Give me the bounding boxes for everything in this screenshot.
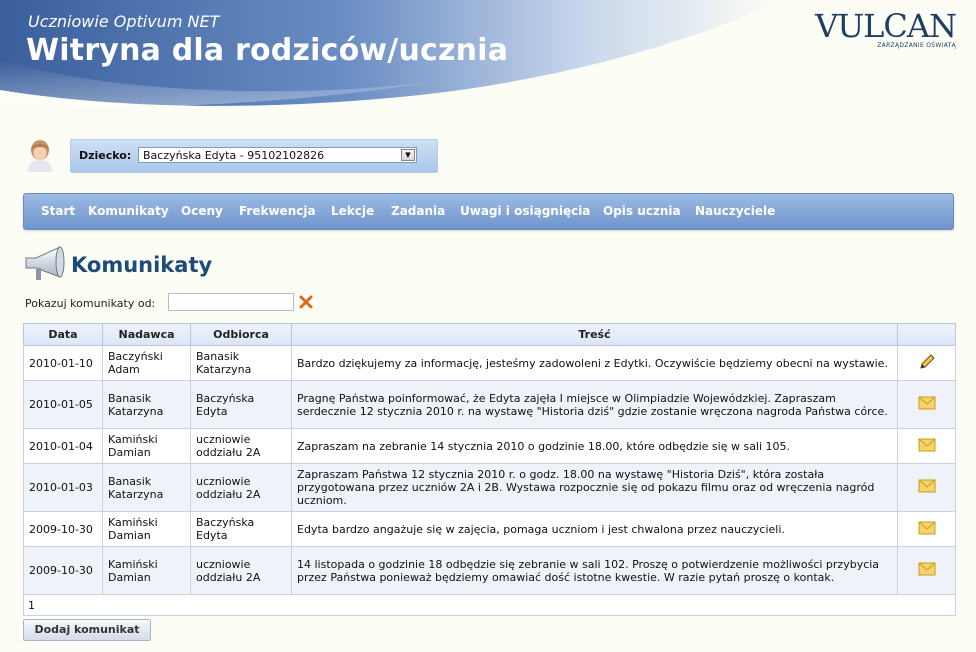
cell-recipient: Baczyńska Edyta — [190, 511, 292, 547]
table-row[interactable]: 2009-10-30 Kamiński Damian uczniowie odd… — [23, 546, 956, 595]
column-header-odbiorca[interactable]: Odbiorca — [190, 323, 292, 346]
messages-table: Data Nadawca Odbiorca Treść 2010-01-10 B… — [23, 323, 956, 616]
cell-action — [897, 380, 956, 429]
cell-date: 2009-10-30 — [23, 511, 103, 547]
cell-sender: Kamiński Damian — [102, 428, 191, 464]
envelope-icon[interactable] — [918, 521, 936, 535]
nav-frekwencja[interactable]: Frekwencja — [239, 204, 316, 218]
pencil-icon[interactable] — [917, 352, 937, 372]
cell-action — [897, 428, 956, 464]
cell-content: 14 listopada o godzinie 18 odbędzie się … — [291, 546, 898, 595]
cell-recipient: uczniowie oddziału 2A — [190, 428, 292, 464]
nav-uwagi[interactable]: Uwagi i osiągnięcia — [460, 204, 590, 218]
cell-content: Bardzo dziękujemy za informację, jesteśm… — [291, 345, 898, 381]
cell-content: Zapraszam Państwa 12 stycznia 2010 r. o … — [291, 463, 898, 512]
page-title: Komunikaty — [71, 253, 213, 277]
date-filter-input[interactable] — [168, 293, 294, 311]
child-label: Dziecko: — [79, 149, 132, 162]
cell-action — [897, 463, 956, 512]
logo-text: VULCAN — [815, 7, 957, 45]
cell-recipient: uczniowie oddziału 2A — [190, 463, 292, 512]
cell-sender: Banasik Katarzyna — [102, 380, 191, 429]
envelope-icon[interactable] — [918, 396, 936, 410]
nav-lekcje[interactable]: Lekcje — [331, 204, 374, 218]
cell-recipient: Baczyńska Edyta — [190, 380, 292, 429]
chevron-down-icon[interactable]: ▼ — [401, 149, 415, 161]
main-navigation: Start Komunikaty Oceny Frekwencja Lekcje… — [23, 193, 954, 230]
cell-recipient: Banasik Katarzyna — [190, 345, 292, 381]
nav-komunikaty[interactable]: Komunikaty — [88, 204, 169, 218]
cell-date: 2010-01-10 — [23, 345, 103, 381]
envelope-icon[interactable] — [918, 479, 936, 493]
child-select-value: Baczyńska Edyta - 95102102826 — [143, 149, 325, 162]
cell-sender: Kamiński Damian — [102, 511, 191, 547]
cell-sender: Banasik Katarzyna — [102, 463, 191, 512]
table-row[interactable]: 2009-10-30 Kamiński Damian Baczyńska Edy… — [23, 511, 956, 547]
nav-opis-ucznia[interactable]: Opis ucznia — [603, 204, 681, 218]
table-row[interactable]: 2010-01-10 Baczyński Adam Banasik Katarz… — [23, 345, 956, 381]
cell-sender: Baczyński Adam — [102, 345, 191, 381]
student-avatar — [22, 136, 58, 172]
cell-date: 2010-01-05 — [23, 380, 103, 429]
megaphone-icon — [25, 246, 65, 280]
table-row[interactable]: 2010-01-05 Banasik Katarzyna Baczyńska E… — [23, 380, 956, 429]
cell-content: Pragnę Państwa poinformować, że Edyta za… — [291, 380, 898, 429]
column-header-nadawca[interactable]: Nadawca — [102, 323, 191, 346]
pager-page-1[interactable]: 1 — [23, 594, 956, 616]
cell-recipient: uczniowie oddziału 2A — [190, 546, 292, 595]
nav-oceny[interactable]: Oceny — [181, 204, 223, 218]
nav-zadania[interactable]: Zadania — [391, 204, 445, 218]
vulcan-logo: VULCAN ZARZĄDZANIE OŚWIATĄ — [815, 7, 957, 49]
cell-action — [897, 345, 956, 381]
nav-start[interactable]: Start — [41, 204, 75, 218]
pager-row: 1 — [23, 594, 956, 616]
column-header-data[interactable]: Data — [23, 323, 103, 346]
filter-label: Pokazuj komunikaty od: — [25, 297, 156, 310]
child-selector-panel: Dziecko: Baczyńska Edyta - 95102102826 ▼ — [70, 139, 438, 173]
child-select[interactable]: Baczyńska Edyta - 95102102826 ▼ — [138, 147, 417, 163]
app-title: Witryna dla rodziców/ucznia — [26, 33, 509, 68]
add-message-button[interactable]: Dodaj komunikat — [23, 619, 151, 641]
cell-sender: Kamiński Damian — [102, 546, 191, 595]
column-header-actions — [897, 323, 956, 346]
table-row[interactable]: 2010-01-04 Kamiński Damian uczniowie odd… — [23, 428, 956, 464]
cell-content: Edyta bardzo angażuje się w zajęcia, pom… — [291, 511, 898, 547]
cell-action — [897, 546, 956, 595]
column-header-tresc[interactable]: Treść — [291, 323, 898, 346]
cell-action — [897, 511, 956, 547]
table-header-row: Data Nadawca Odbiorca Treść — [23, 323, 956, 346]
envelope-icon[interactable] — [918, 562, 936, 576]
cell-content: Zapraszam na zebranie 14 stycznia 2010 o… — [291, 428, 898, 464]
clear-filter-icon[interactable] — [299, 295, 313, 309]
envelope-icon[interactable] — [918, 438, 936, 452]
table-row[interactable]: 2010-01-03 Banasik Katarzyna uczniowie o… — [23, 463, 956, 512]
header-banner: Uczniowie Optivum NET Witryna dla rodzic… — [0, 0, 976, 120]
cell-date: 2010-01-03 — [23, 463, 103, 512]
nav-nauczyciele[interactable]: Nauczyciele — [695, 204, 775, 218]
cell-date: 2010-01-04 — [23, 428, 103, 464]
app-name: Uczniowie Optivum NET — [28, 12, 220, 31]
cell-date: 2009-10-30 — [23, 546, 103, 595]
